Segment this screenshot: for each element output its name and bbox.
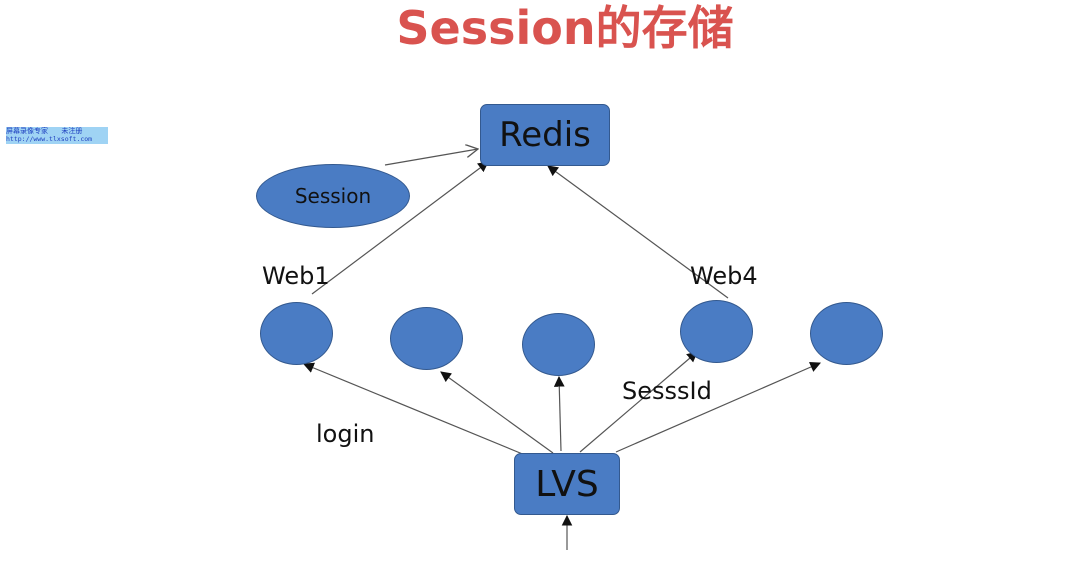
web1-node	[260, 302, 333, 365]
web2-node	[390, 307, 463, 370]
web5-node	[810, 302, 883, 365]
web3-node	[522, 313, 595, 376]
edge-lvs-node2	[440, 371, 554, 454]
web1-label: Web1	[262, 262, 330, 290]
login-label: login	[316, 420, 375, 448]
web4-node	[680, 300, 753, 363]
edge-lvs-node3	[553, 375, 565, 452]
sessid-label: SesssId	[622, 377, 712, 405]
redis-node: Redis	[480, 104, 610, 166]
edge-session-redis	[384, 149, 478, 166]
lvs-node: LVS	[514, 453, 620, 515]
web4-label: Web4	[690, 262, 758, 290]
session-node: Session	[256, 164, 410, 228]
